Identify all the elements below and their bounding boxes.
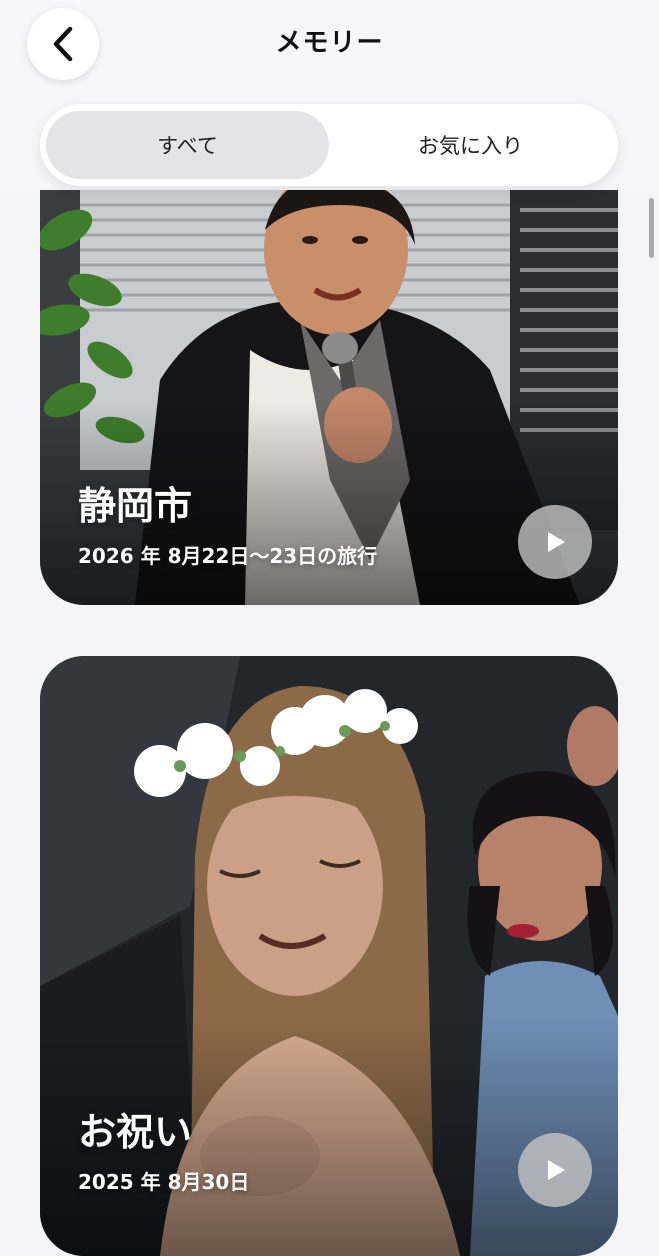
- memory-title: 静岡市: [78, 484, 193, 528]
- play-button[interactable]: [518, 1133, 592, 1207]
- tab-all[interactable]: すべて: [46, 111, 329, 179]
- navigation-header: メモリー すべて お気に入り: [0, 0, 659, 190]
- play-icon: [548, 1160, 565, 1180]
- memory-card[interactable]: お祝い 2025 年 8月30日: [40, 656, 618, 1256]
- play-icon: [548, 532, 565, 552]
- scrollbar[interactable]: [649, 198, 654, 258]
- filter-segmented-control: すべて お気に入り: [40, 104, 618, 186]
- play-button[interactable]: [518, 505, 592, 579]
- memory-card[interactable]: 静岡市 2026 年 8月22日～23日の旅行: [40, 150, 618, 605]
- memory-date: 2025 年 8月30日: [78, 1170, 250, 1194]
- page-title: メモリー: [275, 28, 384, 58]
- memory-date: 2026 年 8月22日～23日の旅行: [78, 544, 378, 568]
- tab-favorites[interactable]: お気に入り: [329, 111, 612, 179]
- memory-title: お祝い: [78, 1110, 193, 1154]
